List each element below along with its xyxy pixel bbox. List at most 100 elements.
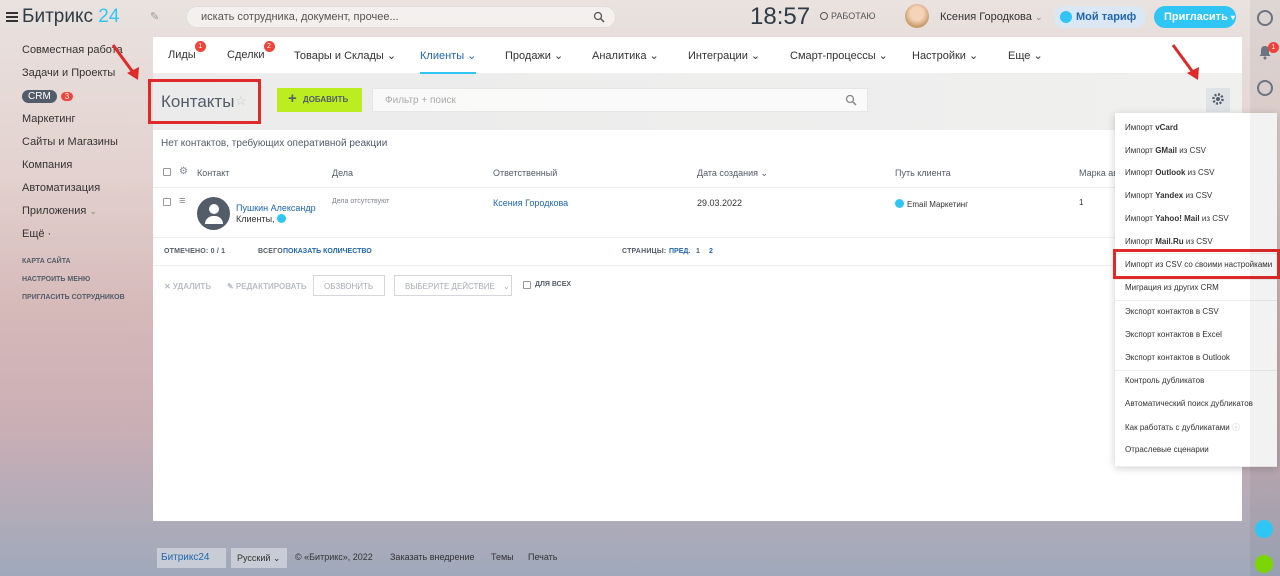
tab-more[interactable]: Еще ⌄ <box>1008 49 1043 62</box>
tab-clients[interactable]: Клиенты ⌄ <box>420 49 477 74</box>
tab-smart-processes[interactable]: Смарт-процессы ⌄ <box>790 49 888 62</box>
print-link[interactable]: Печать <box>528 552 557 562</box>
user-name[interactable]: Ксения Городкова ⌄ <box>940 11 1043 23</box>
search-icon <box>593 11 605 23</box>
star-icon[interactable]: ☆ <box>235 93 247 109</box>
menu-icon[interactable] <box>6 10 18 24</box>
footer-logo[interactable]: Битрикс24 <box>157 548 226 568</box>
col-date[interactable]: Дата создания ⌄ <box>697 168 768 179</box>
logo[interactable]: Битрикс 24 <box>6 6 119 28</box>
drag-handle-icon[interactable]: ≡ <box>179 195 185 207</box>
settings-button[interactable] <box>1206 88 1230 112</box>
sidebar-item-crm[interactable]: CRM 3 <box>22 90 123 113</box>
contact-type: Клиенты, <box>236 214 289 224</box>
search-input[interactable]: искать сотрудника, документ, прочее... <box>186 6 616 28</box>
add-button[interactable]: ДОБАВИТЬ <box>277 88 362 112</box>
sidebar-item-company[interactable]: Компания <box>22 159 123 182</box>
phone-icon[interactable] <box>1255 555 1273 573</box>
channel-icon <box>277 214 287 223</box>
help-icon[interactable] <box>1257 10 1273 26</box>
filter-input[interactable]: Фильтр + поиск <box>372 88 868 112</box>
menu-item[interactable]: Как работать с дубликатами ⓘ <box>1125 422 1240 433</box>
action-select[interactable]: ВЫБЕРИТЕ ДЕЙСТВИЕ ⌄ <box>394 275 512 296</box>
menu-item[interactable]: Импорт vCard <box>1125 123 1178 132</box>
contact-avatar <box>197 197 230 230</box>
page-1[interactable]: 1 <box>696 248 700 255</box>
sitemap-link[interactable]: КАРТА САЙТА <box>22 258 125 276</box>
tab-integrations[interactable]: Интеграции ⌄ <box>688 49 760 62</box>
menu-item[interactable]: Экспорт контактов в CSV <box>1125 307 1219 316</box>
chat-icon[interactable] <box>1257 80 1273 96</box>
menu-item[interactable]: Импорт Yandex из CSV <box>1125 191 1212 200</box>
divider <box>153 237 1115 238</box>
call-button[interactable]: ОБЗВОНИТЬ <box>313 275 385 296</box>
for-all-checkbox[interactable] <box>523 281 531 289</box>
menu-item[interactable]: Контроль дубликатов <box>1125 376 1204 385</box>
sidebar-item-collab[interactable]: Совместная работа <box>22 44 123 67</box>
crm-counter: 3 <box>60 92 74 101</box>
deals-cell: Дела отсутствуют <box>332 198 390 205</box>
sidebar-small-links: КАРТА САЙТА НАСТРОИТЬ МЕНЮ ПРИГЛАСИТЬ СО… <box>22 258 125 312</box>
chevron-down-icon: ⌄ <box>503 282 510 291</box>
tab-sales[interactable]: Продажи ⌄ <box>505 49 563 62</box>
sidebar-item-tasks[interactable]: Задачи и Проекты <box>22 67 123 90</box>
gear-icon[interactable]: ⚙ <box>179 166 188 177</box>
sidebar-item-sites[interactable]: Сайты и Магазины <box>22 136 123 159</box>
tab-settings[interactable]: Настройки ⌄ <box>912 49 978 62</box>
prev-page-link[interactable]: ПРЕД. <box>669 248 690 255</box>
col-deals[interactable]: Дела <box>332 168 353 178</box>
menu-item[interactable]: Импорт Mail.Ru из CSV <box>1125 237 1213 246</box>
menu-item[interactable]: Импорт GMail из CSV <box>1125 146 1206 155</box>
menu-item[interactable]: Автоматический поиск дубликатов <box>1125 399 1253 408</box>
tab-analytics[interactable]: Аналитика ⌄ <box>592 49 659 62</box>
configure-menu-link[interactable]: НАСТРОИТЬ МЕНЮ <box>22 276 125 294</box>
show-count-link[interactable]: ПОКАЗАТЬ КОЛИЧЕСТВО <box>283 248 372 255</box>
page-2[interactable]: 2 <box>709 248 713 255</box>
sidebar-item-automation[interactable]: Автоматизация <box>22 182 123 205</box>
tariff-button[interactable]: Мой тариф <box>1054 6 1146 28</box>
invite-button[interactable]: Пригласить ▾ <box>1154 6 1236 28</box>
col-contact[interactable]: Контакт <box>197 168 229 178</box>
copyright: © «Битрикс», 2022 <box>295 552 373 562</box>
pages-label: СТРАНИЦЫ: <box>622 248 667 255</box>
menu-item[interactable]: Экспорт контактов в Excel <box>1125 330 1222 339</box>
contact-name-link[interactable]: Пушкин Александр <box>236 203 316 213</box>
avatar[interactable] <box>905 4 929 28</box>
tab-products[interactable]: Товары и Склады ⌄ <box>294 49 396 62</box>
sidebar-item-marketing[interactable]: Маркетинг <box>22 113 123 136</box>
selected-count: ОТМЕЧЕНО: 0 / 1 <box>164 248 226 255</box>
language-select[interactable]: Русский ⌄ <box>231 548 287 568</box>
order-link[interactable]: Заказать внедрение <box>390 552 475 562</box>
col-path[interactable]: Путь клиента <box>895 168 951 178</box>
responsible-link[interactable]: Ксения Городкова <box>493 198 568 208</box>
menu-item[interactable]: Экспорт контактов в Outlook <box>1125 353 1230 362</box>
page-title: Контакты <box>161 92 235 111</box>
path-cell: Email Маркетинг <box>895 199 968 209</box>
select-all-checkbox[interactable] <box>163 168 171 176</box>
sidebar: Совместная работа Задачи и Проекты CRM 3 … <box>22 44 123 251</box>
menu-item[interactable]: Импорт Yahoo! Mail из CSV <box>1125 214 1229 223</box>
col-responsible[interactable]: Ответственный <box>493 168 557 178</box>
menu-item[interactable]: Миграция из других CRM <box>1125 283 1219 292</box>
share-icon[interactable] <box>1255 520 1273 538</box>
tab-deals[interactable]: Сделки 2 <box>227 41 275 61</box>
row-checkbox[interactable] <box>163 198 171 206</box>
pencil-icon[interactable]: ✎ <box>150 10 159 23</box>
menu-item[interactable]: Отраслевые сценарии <box>1125 445 1209 454</box>
menu-item[interactable]: Импорт Outlook из CSV <box>1125 168 1214 177</box>
themes-link[interactable]: Темы <box>491 552 514 562</box>
divider <box>153 187 1115 188</box>
info-icon[interactable]: ⓘ <box>1230 423 1240 432</box>
col-mark[interactable]: Марка ав <box>1079 168 1118 178</box>
sidebar-item-apps[interactable]: Приложения ⌄ <box>22 205 123 228</box>
invite-employees-link[interactable]: ПРИГЛАСИТЬ СОТРУДНИКОВ <box>22 294 125 312</box>
chevron-down-icon: ⌄ <box>89 206 97 216</box>
edit-action[interactable]: ✎ РЕДАКТИРОВАТЬ <box>227 282 307 291</box>
work-status[interactable]: РАБОТАЮ <box>820 11 876 21</box>
delete-action[interactable]: ✕ УДАЛИТЬ <box>164 282 211 291</box>
sidebar-item-more[interactable]: Ещё · <box>22 228 123 251</box>
tab-leads[interactable]: Лиды 1 <box>168 41 206 61</box>
for-all-label: ДЛЯ ВСЕХ <box>535 281 572 288</box>
deals-badge: 2 <box>263 41 275 52</box>
no-contacts-text: Нет контактов, требующих оперативной реа… <box>161 138 388 149</box>
